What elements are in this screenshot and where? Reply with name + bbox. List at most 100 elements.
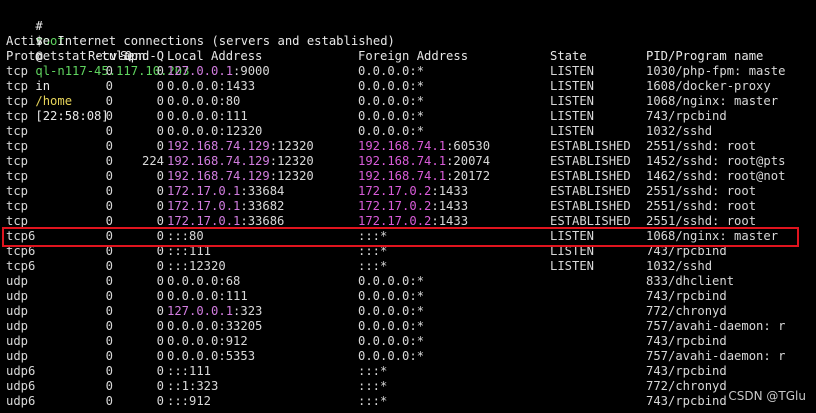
cell-pid-program: 1032/sshd [646, 259, 713, 273]
local-port: :12320 [269, 154, 314, 168]
cell-recv-q: 0 [105, 304, 113, 318]
cell-local-address: :::111 [167, 364, 211, 379]
cell-send-q: 0 [156, 109, 164, 123]
local-address: 0.0.0.0:80 [167, 94, 241, 108]
cell-send-q: 0 [156, 349, 164, 363]
foreign-address: 0.0.0.0:* [358, 319, 425, 333]
cell-proto: udp [6, 334, 29, 348]
local-address: 0.0.0.0:12320 [167, 124, 263, 138]
cell-send-q: 0 [156, 304, 164, 318]
cell-local-address: 127.0.0.1:9000 [167, 64, 270, 79]
local-port: :33684 [240, 184, 285, 198]
foreign-address: 0.0.0.0:* [358, 94, 425, 108]
cell-recv-q: 0 [105, 334, 113, 348]
output-title: Active Internet connections (servers and… [6, 34, 395, 48]
cell-recv-q: 0 [105, 364, 113, 378]
cell-pid-program: 1032/sshd [646, 124, 713, 138]
local-ip: 127.0.0.1 [167, 304, 234, 318]
foreign-port: :60530 [446, 139, 491, 153]
cell-send-q: 0 [156, 94, 164, 108]
cell-pid-program: 1452/sshd: root@pts [646, 154, 786, 168]
cell-local-address: 0.0.0.0:1433 [167, 79, 255, 94]
cell-proto: udp [6, 349, 29, 363]
foreign-address: 0.0.0.0:* [358, 64, 425, 78]
header-local-address: Local Address [167, 49, 263, 63]
local-ip: 172.17.0.1 [167, 184, 241, 198]
cell-recv-q: 0 [105, 124, 113, 138]
cell-proto: udp6 [6, 364, 36, 378]
cell-state: ESTABLISHED [550, 169, 631, 183]
cell-state: LISTEN [550, 94, 595, 108]
cell-foreign-address: 192.168.74.1:20074 [358, 154, 490, 169]
foreign-ip: 192.168.74.1 [358, 139, 447, 153]
cell-foreign-address: 172.17.0.2:1433 [358, 199, 468, 214]
cell-foreign-address: 172.17.0.2:1433 [358, 184, 468, 199]
cell-local-address: 192.168.74.129:12320 [167, 154, 314, 169]
cell-send-q: 0 [156, 139, 164, 153]
cell-state: LISTEN [550, 64, 595, 78]
cell-pid-program: 2551/sshd: root [646, 199, 757, 213]
cell-recv-q: 0 [105, 349, 113, 363]
cell-local-address: 127.0.0.1:323 [167, 304, 262, 319]
cell-local-address: 192.168.74.129:12320 [167, 139, 314, 154]
foreign-address: 0.0.0.0:* [358, 79, 425, 93]
cell-foreign-address: 0.0.0.0:* [358, 289, 424, 304]
watermark-text: CSDN @TGlu [728, 389, 806, 403]
cell-proto: tcp [6, 184, 29, 198]
shell-prompt: # root @ ql-n117-45.117.10.203 in /home … [6, 4, 189, 123]
cell-state: ESTABLISHED [550, 184, 631, 198]
cell-send-q: 0 [156, 379, 164, 393]
header-send-q: Send-Q [119, 49, 164, 63]
foreign-address: :::* [358, 364, 388, 378]
cell-foreign-address: 0.0.0.0:* [358, 349, 424, 364]
header-proto: Proto [6, 49, 43, 63]
cell-local-address: 0.0.0.0:80 [167, 94, 240, 109]
cell-proto: tcp [6, 94, 29, 108]
local-port: :33682 [240, 199, 285, 213]
foreign-port: :1433 [431, 199, 469, 213]
foreign-port: :20074 [446, 154, 491, 168]
cell-local-address: 0.0.0.0:33205 [167, 319, 262, 334]
local-port: :12320 [269, 139, 314, 153]
cell-send-q: 0 [156, 394, 164, 408]
local-port: :33686 [240, 214, 285, 228]
foreign-address: 0.0.0.0:* [358, 334, 425, 348]
cell-foreign-address: :::* [358, 364, 387, 379]
cell-recv-q: 0 [105, 379, 113, 393]
cell-send-q: 0 [156, 319, 164, 333]
cell-state: LISTEN [550, 124, 595, 138]
foreign-port: :1433 [431, 214, 469, 228]
cell-local-address: 0.0.0.0:68 [167, 274, 240, 289]
cell-recv-q: 0 [105, 184, 113, 198]
cell-proto: tcp [6, 154, 29, 168]
terminal-window[interactable]: # root @ ql-n117-45.117.10.203 in /home … [0, 0, 816, 413]
local-ip: 192.168.74.129 [167, 154, 270, 168]
cell-local-address: 172.17.0.1:33682 [167, 199, 284, 214]
cell-send-q: 0 [156, 169, 164, 183]
cell-send-q: 0 [156, 334, 164, 348]
local-address: 0.0.0.0:68 [167, 274, 241, 288]
cell-state: ESTABLISHED [550, 139, 631, 153]
cell-foreign-address: 0.0.0.0:* [358, 319, 424, 334]
local-address: 0.0.0.0:111 [167, 289, 248, 303]
cell-pid-program: 772/chronyd [646, 304, 727, 318]
foreign-address: 0.0.0.0:* [358, 349, 425, 363]
local-ip: 172.17.0.1 [167, 199, 241, 213]
cell-recv-q: 0 [105, 94, 113, 108]
cell-send-q: 0 [156, 274, 164, 288]
local-port: :12320 [269, 169, 314, 183]
header-state: State [550, 49, 587, 63]
cell-recv-q: 0 [105, 79, 113, 93]
cell-recv-q: 0 [105, 394, 113, 408]
cell-pid-program: 1030/php-fpm: maste [646, 64, 786, 78]
local-ip: 172.17.0.1 [167, 214, 241, 228]
cell-send-q: 0 [156, 259, 164, 273]
cell-pid-program: 743/rpcbind [646, 334, 727, 348]
cell-foreign-address: :::* [358, 379, 387, 394]
cell-foreign-address: :::* [358, 394, 387, 409]
local-ip: 192.168.74.129 [167, 169, 270, 183]
foreign-address: :::* [358, 394, 388, 408]
local-address: 0.0.0.0:5353 [167, 349, 256, 363]
cell-local-address: 192.168.74.129:12320 [167, 169, 314, 184]
foreign-ip: 172.17.0.2 [358, 184, 432, 198]
